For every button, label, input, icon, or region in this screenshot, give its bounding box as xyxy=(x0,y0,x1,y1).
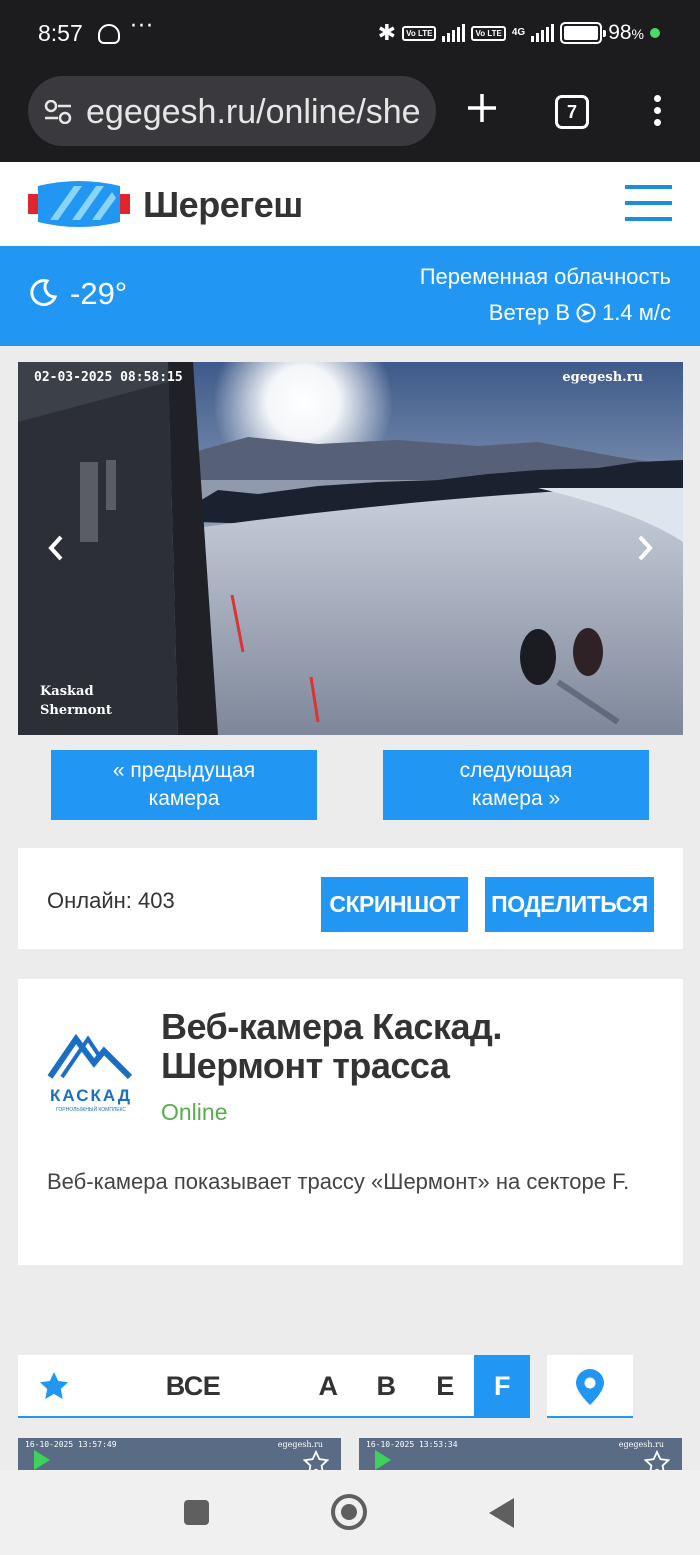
camera-watermark: egegesh.ru xyxy=(562,370,643,385)
previous-camera-button[interactable]: « предыдущая камера xyxy=(51,750,317,820)
camera-title: Веб-камера Каскад. Шермонт трасса xyxy=(161,1007,581,1085)
new-tab-icon[interactable] xyxy=(466,92,498,124)
site-settings-icon[interactable] xyxy=(44,100,72,124)
camera-timestamp: 02-03-2025 08:58:15 xyxy=(34,370,183,385)
volte-badge-2: Vo LTE xyxy=(471,25,506,41)
tab-sector-f[interactable]: F xyxy=(474,1355,530,1418)
play-icon[interactable] xyxy=(375,1450,391,1470)
tab-sector-b[interactable]: B xyxy=(371,1355,401,1418)
next-camera-button[interactable]: следующая камера » xyxy=(383,750,649,820)
wind-speed: 1.4 м/с xyxy=(602,300,671,325)
site-header: Шерегеш xyxy=(0,162,700,246)
online-panel: Онлайн: 403 СКРИНШОТ ПОДЕЛИТЬСЯ xyxy=(18,848,683,949)
signal-icon-2 xyxy=(531,24,555,42)
camera-thumbnail[interactable]: 16-10-2025 13:53:34 egegesh.ru xyxy=(359,1438,682,1470)
tab-switcher-button[interactable]: 7 xyxy=(555,95,589,129)
webcam-image[interactable]: 02-03-2025 08:58:15 egegesh.ru Kaskad Sh… xyxy=(18,362,683,735)
next-camera-label-2: камера » xyxy=(471,787,561,810)
share-button[interactable]: ПОДЕЛИТЬСЯ xyxy=(485,877,654,932)
screenshot-button[interactable]: СКРИНШОТ xyxy=(321,877,468,932)
site-name[interactable]: Шерегеш xyxy=(143,184,303,226)
map-button[interactable] xyxy=(547,1355,633,1418)
signal-icon xyxy=(442,24,466,42)
tab-sector-e[interactable]: E xyxy=(430,1355,460,1418)
network-type: 4G xyxy=(511,27,526,38)
camera-title-line1: Веб-камера Каскад. xyxy=(161,1006,502,1047)
camera-info-card: КАСКАД ГОРНОЛЫЖНЫЙ КОМПЛЕКС Веб-камера К… xyxy=(18,979,683,1265)
privacy-dot xyxy=(650,28,660,38)
battery-fill xyxy=(564,26,598,40)
favorite-star-icon[interactable] xyxy=(644,1450,670,1470)
temperature: -29° xyxy=(70,276,128,311)
address-bar[interactable]: egegesh.ru/online/she xyxy=(28,76,436,146)
camera-thumbnail[interactable]: 16-10-2025 13:57:49 egegesh.ru xyxy=(18,1438,341,1470)
battery-icon xyxy=(560,22,607,44)
thumbnail-timestamp: 16-10-2025 13:53:34 xyxy=(366,1440,458,1449)
recent-apps-icon[interactable] xyxy=(184,1500,209,1525)
tab-sector-a[interactable]: A xyxy=(313,1355,343,1418)
webcam-scene xyxy=(18,362,683,735)
play-icon[interactable] xyxy=(34,1450,50,1470)
bluetooth-icon: ✱ xyxy=(377,20,397,45)
notification-icon xyxy=(98,24,120,44)
kaskad-logo-subtitle: ГОРНОЛЫЖНЫЙ КОМПЛЕКС xyxy=(56,1105,126,1113)
camera-title-line2: Шермонт трасса xyxy=(161,1045,450,1086)
wind-direction-icon xyxy=(576,303,596,323)
favorite-star-icon[interactable] xyxy=(303,1450,329,1470)
hamburger-menu-icon[interactable] xyxy=(625,185,672,221)
weather-condition: Переменная облачность xyxy=(419,264,671,289)
thumbnail-watermark: egegesh.ru xyxy=(618,1440,664,1449)
chevron-left-icon[interactable] xyxy=(44,534,68,562)
wind-label: Ветер В xyxy=(488,300,571,325)
thumbnail-watermark: egegesh.ru xyxy=(277,1440,323,1449)
back-icon[interactable] xyxy=(489,1498,514,1528)
online-count: Онлайн: 403 xyxy=(47,888,175,913)
status-bar: 8:57 ··· ✱ Vo LTE Vo LTE 4G 98% xyxy=(0,0,700,68)
camera-caption: Kaskad Shermont xyxy=(40,682,112,720)
thumbnail-timestamp: 16-10-2025 13:57:49 xyxy=(25,1440,117,1449)
home-icon[interactable] xyxy=(331,1494,367,1530)
kaskad-logo-text: КАСКАД xyxy=(50,1086,132,1105)
previous-camera-label-2: камера xyxy=(148,787,220,810)
star-icon[interactable] xyxy=(38,1370,70,1402)
kaskad-logo: КАСКАД ГОРНОЛЫЖНЫЙ КОМПЛЕКС xyxy=(47,1033,133,1113)
chevron-right-icon[interactable] xyxy=(633,534,657,562)
browser-toolbar: egegesh.ru/online/she 7 xyxy=(0,68,700,162)
system-navigation-bar xyxy=(0,1470,700,1555)
more-notifications-icon: ··· xyxy=(130,14,154,39)
status-badge: Online xyxy=(161,1099,228,1125)
site-logo-icon[interactable] xyxy=(28,180,130,228)
weather-bar: -29° Переменная облачность Ветер В 1.4 м… xyxy=(0,246,700,346)
wind-info: Ветер В 1.4 м/с xyxy=(489,300,671,326)
sector-filter: ВСЕ СЕКТОРЫ A B E F xyxy=(18,1355,530,1464)
moon-icon xyxy=(30,279,58,307)
battery-percent: 98% xyxy=(608,21,644,44)
browser-menu-icon[interactable] xyxy=(650,95,664,129)
camera-caption-line2: Shermont xyxy=(40,703,112,718)
next-camera-label-1: следующая xyxy=(459,759,573,782)
previous-camera-label-1: « предыдущая xyxy=(112,759,256,782)
status-time: 8:57 xyxy=(38,20,83,46)
camera-caption-line1: Kaskad xyxy=(40,684,94,699)
volte-badge: Vo LTE xyxy=(402,25,437,41)
camera-description: Веб-камера показывает трассу «Шермонт» н… xyxy=(47,1169,630,1194)
tab-all-sectors[interactable]: ВСЕ СЕКТОРЫ xyxy=(108,1355,278,1464)
url-text[interactable]: egegesh.ru/online/she xyxy=(86,93,421,132)
map-pin-icon xyxy=(576,1369,604,1405)
status-indicators: ✱ Vo LTE Vo LTE 4G 98% xyxy=(378,20,660,46)
